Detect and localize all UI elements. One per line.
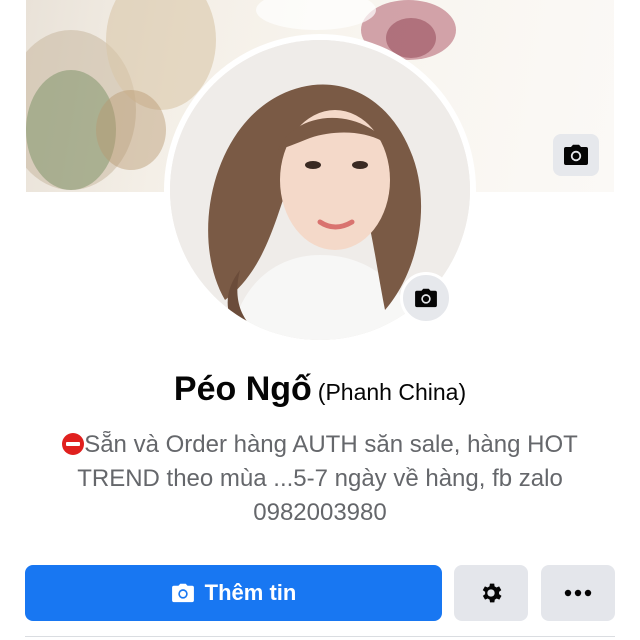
camera-icon (171, 583, 194, 603)
no-entry-icon (62, 433, 85, 455)
profile-alternate-name: (Phanh China) (317, 379, 467, 405)
add-to-story-button[interactable]: Thêm tin (25, 565, 442, 621)
gear-icon (482, 583, 502, 603)
edit-cover-photo-button[interactable] (553, 134, 599, 176)
edit-profile-picture-button[interactable] (400, 272, 452, 324)
cover-decoration (96, 90, 166, 170)
profile-bio: Sẵn và Order hàng AUTH săn sale, hàng HO… (30, 428, 610, 530)
profile-name-row: Péo Ngố (Phanh China) (0, 370, 640, 409)
add-to-story-label: Thêm tin (204, 580, 297, 605)
profile-bio-text: Sẵn và Order hàng AUTH săn sale, hàng HO… (77, 431, 578, 526)
cover-decoration (256, 0, 376, 30)
camera-icon (564, 144, 588, 165)
more-horizontal-icon (564, 589, 592, 597)
camera-icon (415, 288, 437, 308)
profile-name: Péo Ngố (173, 370, 312, 408)
section-divider (25, 636, 615, 637)
settings-button[interactable] (454, 565, 528, 621)
more-options-button[interactable] (541, 565, 615, 621)
